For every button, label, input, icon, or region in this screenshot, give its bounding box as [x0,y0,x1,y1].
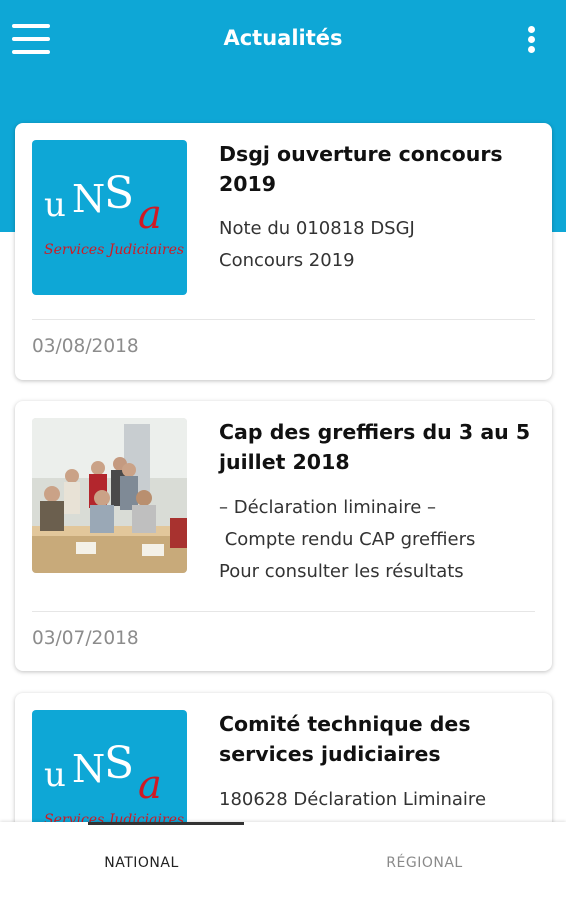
bottom-navigation: NATIONAL RÉGIONAL [0,822,566,900]
article-excerpt-line: Pour consulter les résultats [219,561,464,582]
article-title[interactable]: Cap des greffiers du 3 au 5 juillet 2018 [219,417,539,477]
logo-letter: u [44,755,66,795]
tab-regional[interactable]: RÉGIONAL [283,822,566,900]
article-excerpt-line: Compte rendu CAP greffiers [219,529,476,550]
news-card[interactable]: u N S a Services Judiciaires Comité tech… [15,693,552,822]
unsa-logo-thumbnail: u N S a Services Judiciaires [32,140,187,295]
logo-letter: u [44,185,66,225]
page-title: Actualités [223,26,343,50]
logo-script: Services Judiciaires [44,812,184,822]
article-excerpt-line: Concours 2019 [219,250,355,271]
logo-letter: a [138,762,162,808]
article-date: 03/07/2018 [32,628,139,649]
logo-letter: N [72,177,105,221]
unsa-logo-thumbnail: u N S a Services Judiciaires [32,710,187,822]
article-excerpt-line: Note du 010818 DSGJ [219,218,415,239]
more-vertical-icon[interactable] [522,22,542,56]
article-excerpt-line: – Déclaration liminaire – [219,497,436,518]
logo-letter: S [104,168,134,219]
article-date: 03/08/2018 [32,336,139,357]
news-card[interactable]: Cap des greffiers du 3 au 5 juillet 2018… [15,401,552,671]
article-title[interactable]: Dsgj ouverture concours 2019 [219,139,539,199]
card-divider [32,319,535,320]
logo-letter: S [104,738,134,789]
logo-letter: a [138,192,162,238]
group-photo-thumbnail [32,418,187,573]
article-title[interactable]: Comité technique des services judiciaire… [219,709,539,769]
app-bar: Actualités [0,0,566,82]
article-excerpt-line: 180628 Déclaration Liminaire [219,789,487,810]
card-divider [32,611,535,612]
news-feed[interactable]: u N S a Services Judiciaires Dsgj ouvert… [0,0,566,822]
tab-national[interactable]: NATIONAL [0,822,283,900]
logo-script: Services Judiciaires [44,242,184,258]
logo-letter: N [72,747,105,791]
news-card[interactable]: u N S a Services Judiciaires Dsgj ouvert… [15,123,552,380]
